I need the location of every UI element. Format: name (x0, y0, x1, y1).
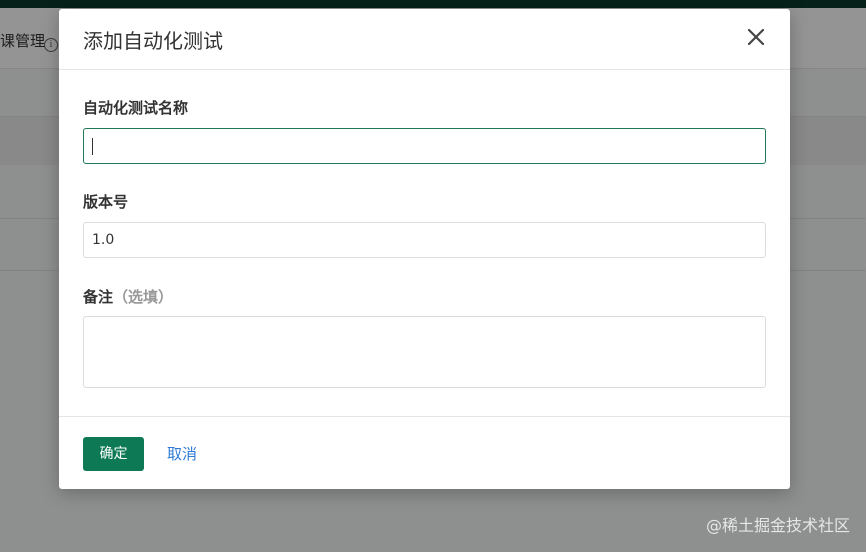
watermark: @稀土掘金技术社区 (705, 516, 850, 535)
confirm-button[interactable]: 确定 (83, 437, 144, 471)
page: 课管理 i @稀土掘金技术社区 添加自动化测试 自动化测试名称 版本号 1.0 (0, 0, 866, 552)
remark-textarea[interactable] (83, 316, 766, 388)
add-automation-test-dialog: 添加自动化测试 自动化测试名称 版本号 1.0 备注（选填） 确定 取消 (59, 9, 790, 489)
optional-hint: （选填） (113, 288, 174, 306)
dialog-title: 添加自动化测试 (83, 29, 223, 53)
name-input[interactable] (83, 128, 766, 164)
name-field-label: 自动化测试名称 (83, 99, 189, 117)
close-button[interactable] (744, 25, 768, 49)
version-input-value: 1.0 (92, 232, 115, 248)
text-caret (92, 138, 93, 155)
cancel-button[interactable]: 取消 (167, 437, 197, 471)
dialog-header: 添加自动化测试 (59, 9, 790, 70)
dialog-footer: 确定 取消 (59, 416, 790, 490)
close-icon (747, 28, 765, 46)
version-input[interactable]: 1.0 (83, 222, 766, 258)
remark-field-label: 备注（选填） (83, 286, 173, 307)
version-field-label: 版本号 (83, 193, 129, 211)
remark-label-text: 备注 (83, 288, 114, 306)
